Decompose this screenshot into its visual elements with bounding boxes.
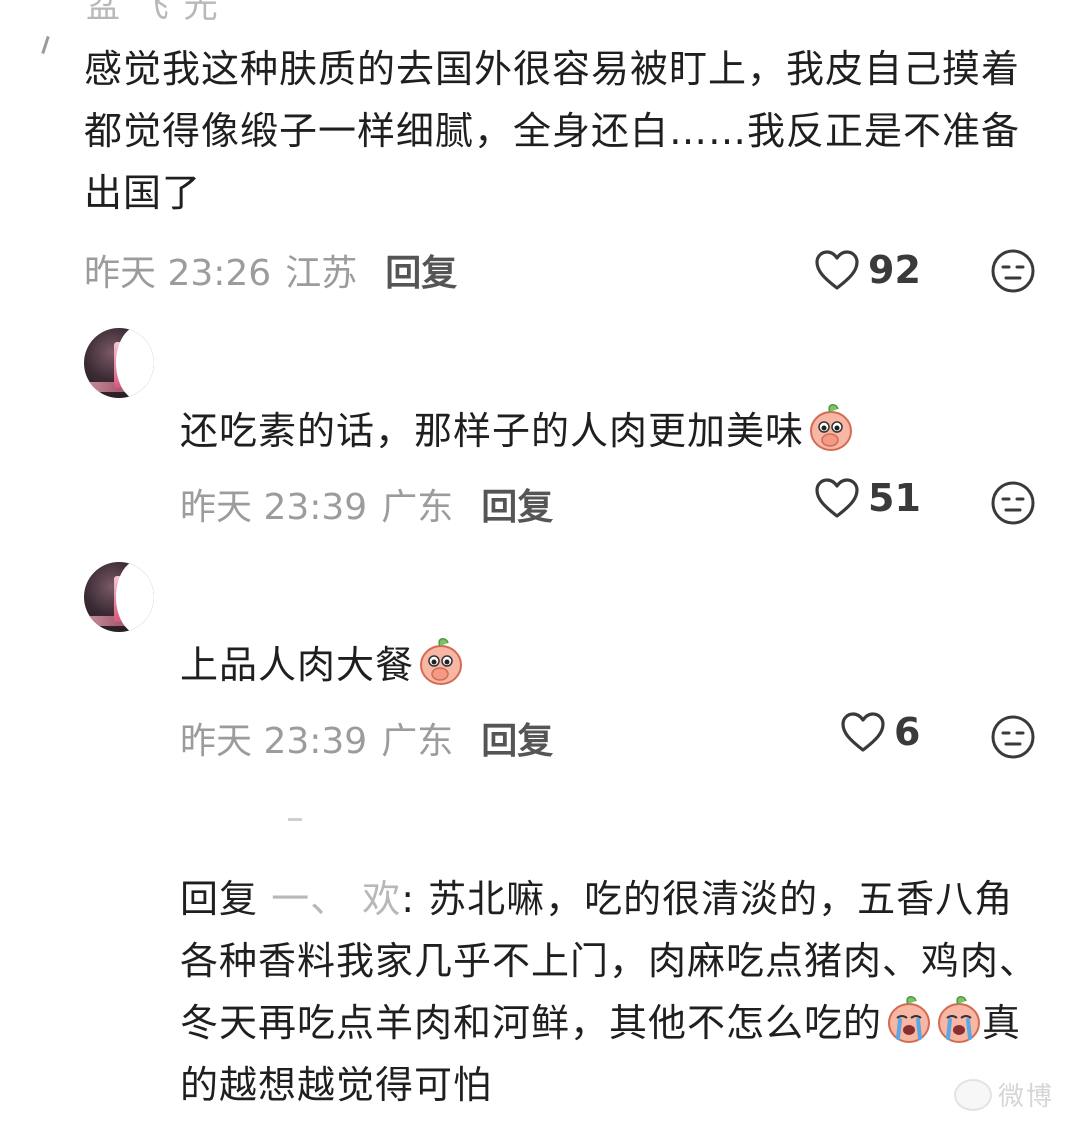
like-button[interactable]: 51 [814, 476, 921, 520]
like-button[interactable]: 92 [814, 248, 921, 292]
comment-date: 昨天 23:26 [84, 253, 272, 294]
comment-text: 回复 一、 欢: 苏北嘛，吃的很清淡的，五香八角各种香料我家几乎不上门，肉麻吃点… [180, 868, 1040, 1116]
dislike-face-icon[interactable] [990, 714, 1036, 760]
heart-icon [841, 712, 885, 752]
like-count: 6 [894, 710, 921, 754]
comment-text: 感觉我这种肤质的去国外很容易被盯上，我皮自己摸着都觉得像缎子一样细腻，全身还白…… [84, 47, 1021, 215]
heart-icon [815, 478, 859, 518]
peach-face-emoji-icon [810, 404, 853, 451]
comment-date: 昨天 23:39 [180, 721, 368, 762]
weibo-logo-icon [953, 1078, 992, 1111]
comment-region: 广东 [381, 487, 454, 528]
comment-meta: 昨天 23:39 广东 回复 [180, 710, 553, 766]
comment-text-content: 还吃素的话，那样子的人肉更加美味 [180, 409, 805, 453]
peach-face-emoji-icon [420, 638, 463, 685]
comment-region: 江苏 [285, 253, 358, 294]
heart-icon [815, 250, 859, 290]
comment-region: 广东 [381, 721, 454, 762]
reply-target-username[interactable]: 一、 欢 [271, 877, 401, 921]
watermark: 微博 [953, 1076, 1054, 1113]
dislike-face-icon[interactable] [990, 248, 1036, 294]
comment-text: 上品人肉大餐 [180, 634, 1040, 696]
dislike-face-icon[interactable] [990, 480, 1036, 526]
comment-meta: 昨天 23:26 江苏 回复 [84, 242, 457, 298]
reply-button[interactable]: 回复 [385, 244, 457, 296]
peach-crying-emoji-icon [888, 996, 931, 1043]
avatar[interactable] [84, 562, 154, 632]
reply-button[interactable]: 回复 [481, 478, 553, 530]
peach-crying-emoji-icon [938, 996, 981, 1043]
watermark-text: 微博 [997, 1082, 1054, 1112]
comment-text: 还吃素的话，那样子的人肉更加美味 [180, 400, 1040, 462]
reply-prefix: 回复 [180, 877, 259, 921]
reply-button[interactable]: 回复 [481, 712, 553, 764]
comment-text-content: 上品人肉大餐 [180, 643, 415, 687]
faded-mark [288, 818, 302, 821]
like-button[interactable]: 6 [840, 710, 920, 754]
comment-date: 昨天 23:39 [180, 487, 368, 528]
like-count: 51 [868, 476, 921, 520]
like-count: 92 [868, 248, 921, 292]
comment-meta: 昨天 23:39 广东 回复 [180, 476, 553, 532]
cropped-username: 盆 飞 光 [86, 0, 220, 26]
avatar[interactable] [84, 328, 154, 398]
edge-mark [41, 35, 50, 55]
